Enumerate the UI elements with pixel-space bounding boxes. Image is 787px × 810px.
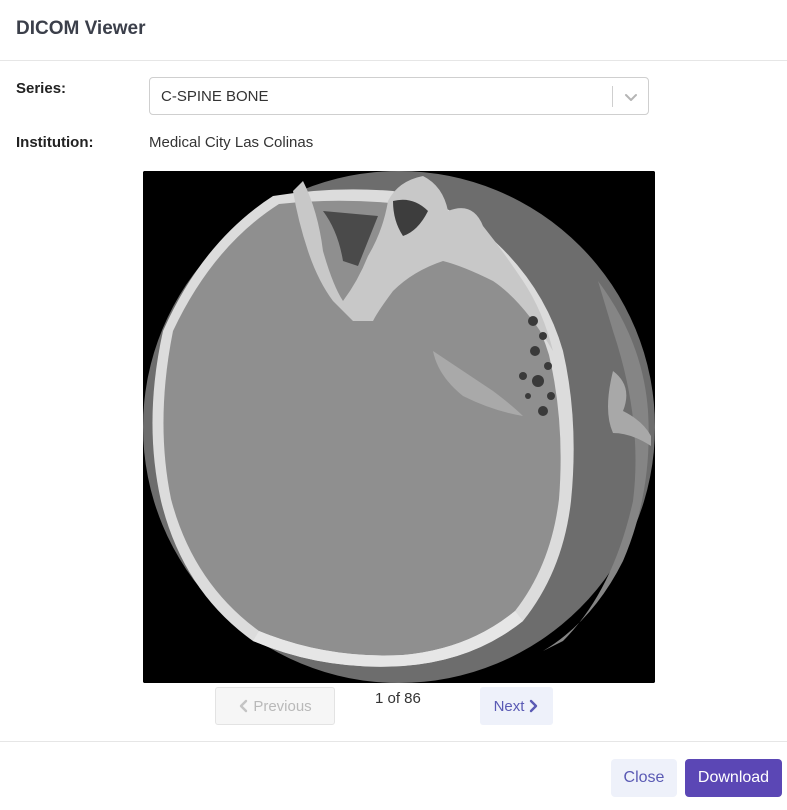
download-button[interactable]: Download <box>685 759 782 797</box>
modal-title: DICOM Viewer <box>16 18 146 39</box>
chevron-down-icon[interactable] <box>621 87 641 107</box>
previous-button-label: Previous <box>253 697 312 715</box>
series-label: Series: <box>16 80 67 97</box>
chevron-left-icon <box>238 699 248 713</box>
chevron-right-icon <box>529 699 539 713</box>
series-select-value: C-SPINE BONE <box>161 88 269 105</box>
close-button[interactable]: Close <box>611 759 677 797</box>
select-divider <box>612 86 613 107</box>
modal-footer: Close Download <box>0 741 787 810</box>
ct-head-axial-slice-image <box>143 171 655 683</box>
series-select[interactable]: C-SPINE BONE <box>149 77 649 115</box>
previous-button[interactable]: Previous <box>215 687 335 725</box>
dicom-image-viewport[interactable] <box>143 171 655 683</box>
institution-value: Medical City Las Colinas <box>149 134 314 151</box>
next-button[interactable]: Next <box>480 687 553 725</box>
next-button-label: Next <box>493 697 525 715</box>
page-indicator: 1 of 86 <box>375 690 421 707</box>
dicom-viewer-modal: DICOM Viewer Series: C-SPINE BONE Instit… <box>0 0 787 810</box>
institution-label: Institution: <box>16 134 94 151</box>
modal-header: DICOM Viewer <box>0 0 787 61</box>
